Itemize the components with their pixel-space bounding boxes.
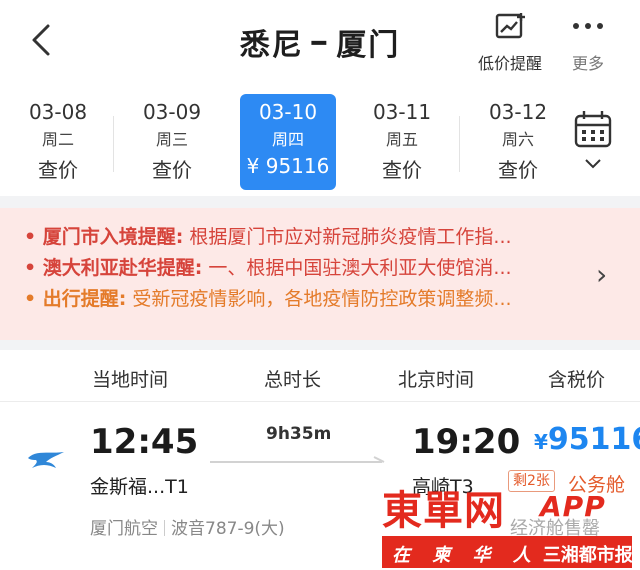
date-label: 03-10 [258,100,318,124]
col-duration[interactable]: 总时长 [264,365,321,392]
col-price[interactable]: 含税价 [548,365,605,392]
weekday-label: 周四 [271,130,304,149]
route-separator: ━ [311,29,329,57]
date-label: 03-09 [142,100,202,124]
date-tab-0308[interactable]: 03-08 周二 查价 [10,94,106,190]
destination-city: 厦门 [336,28,401,63]
bullet: • [24,288,43,310]
date-label: 03-11 [372,100,432,124]
top-nav-bar: 悉尼 ━ 厦门 低价提醒 更多 [0,0,640,86]
more-dots-icon [573,23,603,29]
airline-name: 厦门航空 [90,519,158,539]
calendar-icon[interactable] [570,106,618,176]
weekday-label: 周三 [155,130,188,149]
date-divider [113,116,114,172]
airline-info: 厦门航空 波音787-9(大) [90,514,285,539]
col-beijing-time[interactable]: 北京时间 [398,365,474,392]
watermark-partner: 三湘都市报 [542,545,633,566]
date-label: 03-08 [28,100,88,124]
travel-notices[interactable]: • 厦门市入境提醒: 根据厦门市应对新冠肺炎疫情工作指... • 澳大利亚赴华提… [0,208,640,340]
watermark-brand: 東單网 [382,487,505,534]
date-selector: 03-08 周二 查价 03-09 周三 查价 03-10 周四 ¥ 95116… [0,86,640,196]
notice-text: 受新冠疫情影响，各地疫情防控政策调整频... [126,288,512,310]
date-tab-0309[interactable]: 03-09 周三 查价 [124,94,220,190]
weekday-label: 周二 [41,130,74,149]
notice-title: 厦门市入境提醒: [42,226,184,248]
watermark-strip: 在 柬 华 人三湘都市报 [382,536,633,568]
date-tab-0310[interactable]: 03-10 周四 ¥ 95116 [240,94,336,190]
notice-australia-travel: • 澳大利亚赴华提醒: 一、根据中国驻澳大利亚大使馆消... [24,253,640,284]
notice-travel-general: • 出行提醒: 受新冠疫情影响，各地疫情防控政策调整频... [24,284,640,315]
notice-title: 出行提醒: [42,288,127,310]
date-price: 查价 [38,158,78,182]
price-alert-label: 低价提醒 [477,54,542,73]
chevron-right-icon[interactable]: › [596,258,607,291]
date-scroll-fade [545,86,565,196]
origin-city: 悉尼 [239,28,304,63]
weekday-label: 周五 [385,130,418,149]
watermark-slogan: 在 柬 华 人 [392,545,539,566]
more-label: 更多 [571,54,604,73]
notice-text: 一、根据中国驻澳大利亚大使馆消... [202,257,512,279]
flight-duration: 9h35m [266,424,332,444]
arrival-time: 19:20 [412,422,521,462]
flight-list-header: 当地时间 总时长 北京时间 含税价 [0,350,640,402]
date-price: 查价 [152,158,192,182]
more-button[interactable]: 更多 [562,12,614,74]
info-divider [164,520,165,536]
notice-text: 根据厦门市应对新冠肺炎疫情工作指... [183,226,512,248]
aircraft-type: 波音787-9(大) [171,519,285,539]
bullet: • [24,257,43,279]
watermark-app: APP [540,490,606,523]
price-value: 95116 [547,422,640,457]
date-price: 查价 [382,158,422,182]
date-price: ¥ 95116 [246,154,330,178]
col-local-time[interactable]: 当地时间 [92,365,168,392]
departure-time: 12:45 [90,422,199,462]
duration-arrow-icon [210,456,385,463]
airline-logo-icon [28,452,64,468]
date-divider [459,116,460,172]
notice-xiamen-entry: • 厦门市入境提醒: 根据厦门市应对新冠肺炎疫情工作指... [24,222,640,253]
departure-airport: 金斯福...T1 [90,476,189,498]
notice-title: 澳大利亚赴华提醒: [42,257,203,279]
currency-symbol: ¥ [534,430,548,454]
price-alert-icon [495,13,525,39]
flight-price: ¥95116 [534,422,640,457]
price-alert-button[interactable]: 低价提醒 [470,12,550,74]
seats-left-badge: 剩2张 [508,470,555,492]
date-tab-0311[interactable]: 03-11 周五 查价 [354,94,450,190]
bullet: • [24,226,43,248]
